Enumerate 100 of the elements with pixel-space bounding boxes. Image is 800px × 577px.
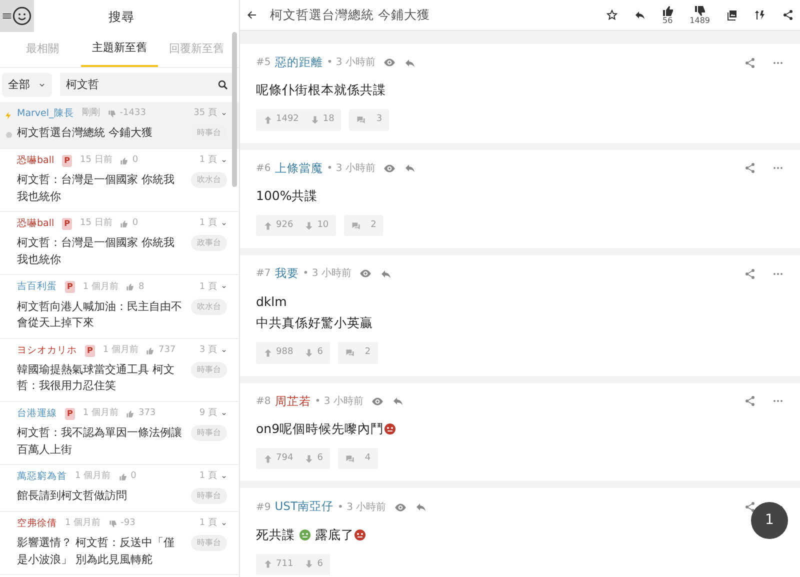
author-name[interactable]: UST南亞仔 [274, 498, 334, 516]
reply-icon[interactable] [634, 9, 646, 21]
caret-icon [221, 474, 227, 480]
thread-item[interactable]: 台港運線 P 1 個月前 373 9 頁 柯文哲：我不認為單因一條法例讓百萬人上街 時事台 [0, 402, 239, 465]
author-name[interactable]: 恐嚇ball [17, 217, 54, 232]
quote-button[interactable]: 3 [349, 109, 390, 131]
thread-title: 韓國瑜提熱氣球當交通工具 柯文哲：我很用力忍住笑 [17, 362, 176, 394]
post-time: 1 個月前 [82, 280, 118, 294]
caret-icon [38, 80, 46, 89]
downvote-icon[interactable] [304, 220, 314, 230]
sort-tab[interactable]: 回覆新至舊 [158, 32, 235, 66]
vote-bar[interactable]: 988 6 [256, 342, 330, 364]
post-text: 死共諜 [256, 526, 296, 544]
post-time: • 3 小時前 [338, 500, 386, 514]
author-name[interactable]: 空弗徐倩 [17, 516, 57, 531]
premium-badge: P [65, 408, 75, 420]
category-dropdown[interactable]: 全部 [2, 72, 52, 97]
image-icon[interactable] [726, 9, 738, 21]
upvote-icon[interactable] [263, 220, 273, 230]
author-name[interactable]: 我要 [274, 265, 299, 282]
post-time: 15 日前 [80, 217, 112, 230]
reply-count: 2 [370, 218, 376, 232]
caret-icon [221, 348, 227, 354]
reply-count: 4 [364, 452, 371, 465]
post-number: #5 [256, 56, 271, 70]
score: -1433 [120, 107, 146, 120]
thumbs-down-icon[interactable] [694, 5, 706, 17]
thread-title: 影響選情？ 柯文哲：反送中「僅是小波浪」 別為此見風轉舵 [17, 535, 176, 568]
smiley-icon [12, 6, 32, 26]
quote-button[interactable]: 4 [338, 448, 378, 470]
upvote-count: 926 [276, 218, 294, 232]
scrollbar[interactable] [232, 32, 237, 187]
vote-bar[interactable]: 794 6 [256, 448, 330, 470]
vote-bar[interactable]: 926 10 [256, 214, 336, 236]
author-name[interactable]: 上條當魔 [274, 160, 323, 177]
thread-item[interactable]: ヨシオカリホ P 1 個月前 737 3 頁 韓國瑜提熱氣球當交通工具 柯文哲：我很用力忍住笑 時事台 [0, 338, 239, 402]
page-count: 3 頁 [199, 344, 217, 357]
share-icon[interactable] [744, 501, 756, 513]
author-name[interactable]: 恐嚇ball [17, 154, 54, 168]
upvote-icon[interactable] [263, 114, 273, 125]
post-time: 1 個月前 [65, 517, 101, 530]
post-time: 1 個月前 [75, 470, 111, 484]
downvote-icon[interactable] [304, 348, 314, 358]
thread-title: 館長請到柯文哲做訪問 [17, 488, 128, 504]
quote-button[interactable]: 2 [344, 214, 384, 236]
post-time: 剛剛 [82, 107, 100, 120]
sort-tab[interactable]: 最相關 [4, 32, 81, 66]
back-icon[interactable] [246, 9, 258, 21]
chat-icon [344, 348, 355, 358]
thread-title: 柯文哲選台灣總統 今鋪大獲 [17, 125, 154, 142]
thread-item[interactable]: 萬惡窮為首 1 個月前 0 1 頁 館長請到柯文哲做訪問 時事台 [0, 465, 239, 512]
quote-button[interactable]: 2 [338, 342, 378, 364]
vote-bar[interactable]: 1492 18 [256, 109, 342, 131]
score: 0 [132, 217, 138, 230]
upvote-icon[interactable] [263, 348, 273, 358]
downvote-icon[interactable] [304, 559, 314, 570]
thumbs-up-icon[interactable] [662, 5, 674, 17]
post-text: 中共真係好驚小英贏 [256, 314, 373, 332]
menu-button[interactable] [0, 0, 34, 32]
score: 737 [158, 344, 176, 357]
thread-item[interactable]: Marvel_陳長 剛剛 -1433 35 頁 柯文哲選台灣總統 今鋪大獲 時事台 [0, 102, 239, 149]
reply-count: 3 [376, 113, 382, 126]
author-name[interactable]: 吉百利蛋 [17, 280, 57, 294]
search-field[interactable]: 柯文哲 [60, 73, 235, 96]
category-tag: 時事台 [191, 425, 227, 441]
post-number: #8 [256, 394, 271, 409]
author-name[interactable]: 台港運線 [17, 406, 57, 421]
author-name[interactable]: ヨシオカリホ [17, 344, 77, 358]
upvote-icon[interactable] [263, 559, 273, 570]
downvote-icon[interactable] [310, 114, 320, 125]
page-count: 1 頁 [199, 470, 217, 484]
premium-badge: P [62, 154, 72, 167]
post-time: • 3 小時前 [326, 162, 376, 176]
upvote-icon[interactable] [263, 454, 273, 464]
like-count: 56 [662, 17, 673, 25]
share-icon[interactable] [782, 9, 794, 21]
thread-item[interactable]: 吉百利蛋 P 1 個月前 8 1 頁 柯文哲向港人喊加油：民主自由不會從天上掉下來 吹水台 [0, 275, 239, 338]
eye-icon[interactable] [371, 394, 384, 408]
thread-title: 柯文哲：台灣是一個國家 你統我我也統你 [17, 172, 176, 204]
score: 0 [132, 154, 138, 168]
thread-item[interactable]: 恐嚇ball P 15 日前 0 1 頁 柯文哲：台灣是一個國家 你統我我也統你 政事台 [0, 212, 239, 276]
upvote-count: 711 [276, 558, 294, 570]
panel-title: 搜尋 [108, 9, 134, 24]
thread-item[interactable]: 空弗徐倩 1 個月前 -93 1 頁 影響選情？ 柯文哲：反送中「僅是小波浪」 別為此見風轉舵 時事台 [0, 512, 239, 575]
sort-tab[interactable]: 主題新至舊 [81, 32, 158, 66]
caret-icon [221, 410, 227, 417]
category-tag: 時事台 [191, 535, 227, 551]
author-name[interactable]: 周芷若 [274, 392, 311, 410]
upvote-count: 794 [276, 452, 294, 465]
premium-badge: P [85, 344, 95, 357]
vote-bar[interactable]: 711 6 [256, 554, 330, 575]
author-name[interactable]: 萬惡窮為首 [17, 470, 67, 484]
author-name[interactable]: Marvel_陳長 [17, 107, 74, 122]
search-icon[interactable] [217, 79, 229, 92]
post-text: on9呢個時候先嚟內鬥 [256, 420, 384, 438]
star-icon[interactable] [606, 9, 618, 21]
category-tag: 吹水台 [191, 298, 227, 314]
downvote-icon[interactable] [304, 454, 314, 464]
author-name[interactable]: 惡的距離 [274, 54, 323, 72]
page-count: 35 頁 [194, 107, 217, 120]
